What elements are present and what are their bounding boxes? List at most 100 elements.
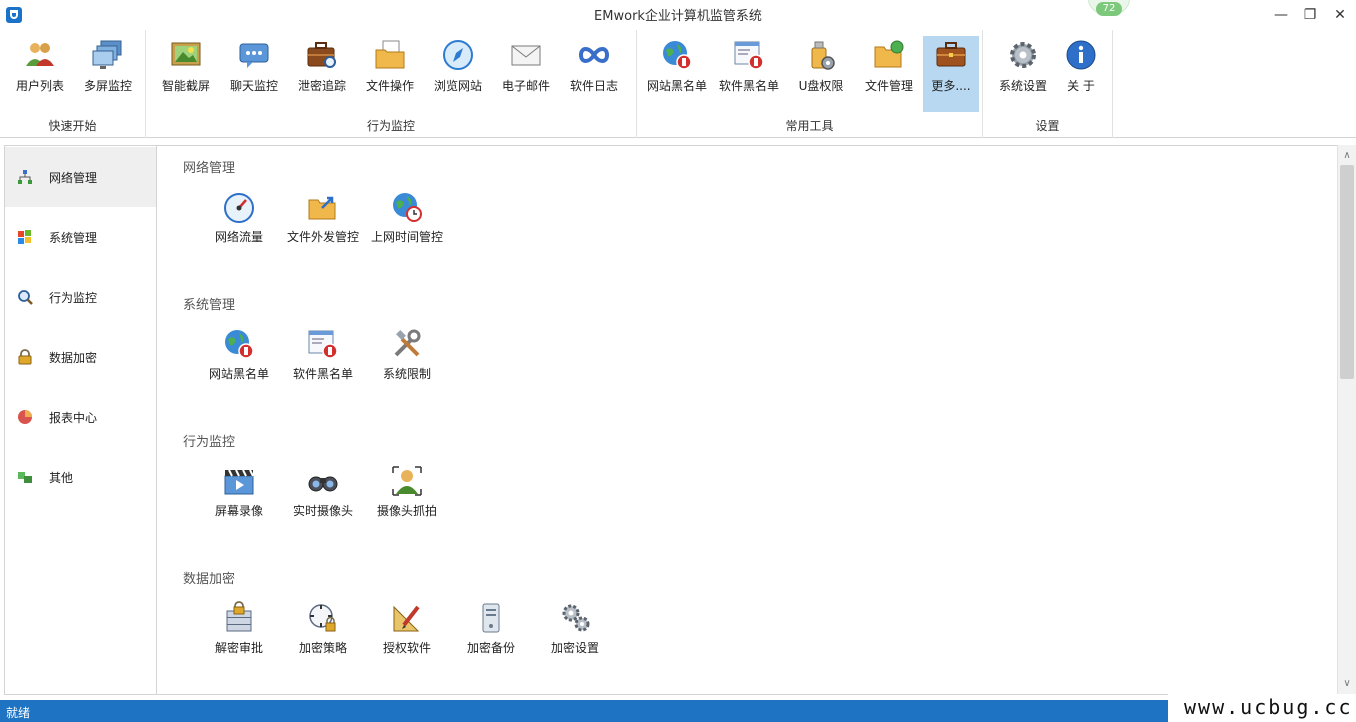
globe-block-icon [225,330,254,359]
live-camera-item[interactable]: 实时摄像头 [281,464,365,526]
ribbon-group-label: 快速开始 [48,119,97,133]
sidebar-item-other[interactable]: 其他 [5,447,156,507]
scroll-down-arrow-icon[interactable]: ∨ [1338,675,1356,693]
website-blacklist-button[interactable]: 网站黑名单 [643,36,711,112]
close-button[interactable]: ✕ [1327,4,1353,26]
scroll-up-arrow-icon[interactable]: ∧ [1338,147,1356,165]
server-icon [482,603,500,633]
maximize-button[interactable]: ❐ [1297,4,1323,26]
section-title-system-management: 系统管理 [183,298,236,313]
person-capture-icon [392,466,422,496]
lock-icon [18,349,32,365]
leak-tracking-button[interactable]: 泄密追踪 [288,36,356,112]
gears-icon [562,604,590,632]
camera-snapshot-item[interactable]: 摄像头抓拍 [365,464,449,526]
smart-screenshot-button[interactable]: 智能截屏 [152,36,220,112]
more-tools-button[interactable]: 更多.... [923,36,979,112]
pen-ruler-icon [393,605,420,632]
users-icon [26,43,54,66]
window-block-icon [734,41,764,70]
compass-icon [443,40,473,70]
sidebar-item-behavior-monitor[interactable]: 行为监控 [5,267,156,327]
encryption-backup-item[interactable]: 加密备份 [449,601,533,663]
internet-time-control-item[interactable]: 上网时间管控 [365,190,449,252]
vertical-scrollbar[interactable]: ∧ ∨ [1337,145,1356,695]
globe-block-icon [663,41,692,70]
file-management-button[interactable]: 文件管理 [855,36,923,112]
ribbon-group-settings: 系统设置 关 于 设置 [983,30,1113,138]
sidebar-item-system-management[interactable]: 系统管理 [5,207,156,267]
ribbon-group-label: 设置 [1035,119,1060,133]
sidebar: 网络管理 系统管理 行为监控 数据加密 报表中心 其他 [4,145,157,695]
info-icon [1066,40,1096,70]
file-folder-icon [375,40,405,69]
gear-icon [1010,42,1036,68]
binoculars-icon [308,476,338,492]
ribbon-toolbar: 用户列表 多屏监控 快速开始 智能截屏 聊天监控 泄密追踪 文件操作 浏览网站 … [0,30,1356,138]
sidebar-item-data-encryption[interactable]: 数据加密 [5,327,156,387]
about-button[interactable]: 关 于 [1047,36,1115,112]
section-title-data-encryption: 数据加密 [183,572,236,587]
globe-clock-icon [393,193,422,222]
usb-permission-button[interactable]: U盘权限 [787,36,855,112]
network-icon [18,170,32,184]
windows-logo-icon [18,230,31,244]
sidebar-item-network-management[interactable]: 网络管理 [5,147,156,207]
window-block-icon [308,330,338,359]
network-traffic-item[interactable]: 网络流量 [197,190,281,252]
ribbon-group-quick-start: 用户列表 多屏监控 快速开始 [0,30,146,138]
file-operation-button[interactable]: 文件操作 [356,36,424,112]
scroll-thumb[interactable] [1340,165,1354,379]
decryption-approval-item[interactable]: 解密审批 [197,601,281,663]
speedometer-icon [224,193,254,223]
window-title: EMwork企业计算机监管系统 [594,9,762,24]
multi-screen-icon [92,40,122,69]
encryption-policy-item[interactable]: 加密策略 [281,601,365,663]
status-text: 就绪 [6,706,31,720]
website-blacklist-item[interactable]: 网站黑名单 [197,327,281,389]
briefcase-search-icon [307,42,336,68]
ribbon-group-label: 行为监控 [366,119,415,133]
multi-screen-monitor-button[interactable]: 多屏监控 [74,36,142,112]
system-restriction-item[interactable]: 系统限制 [365,327,449,389]
clapper-icon [224,469,254,495]
ribbon-group-label: 常用工具 [785,119,834,133]
browse-website-button[interactable]: 浏览网站 [424,36,492,112]
screen-recording-item[interactable]: 屏幕录像 [197,464,281,526]
folder-globe-icon [874,40,904,68]
main-content: 网络管理 网络流量 文件外发管控 上网时间管控 系统管理 网站黑名单 软件黑名单… [157,145,1337,695]
section-title-behavior-monitor: 行为监控 [183,435,236,450]
infinity-icon [578,47,610,63]
authorized-software-item[interactable]: 授权软件 [365,601,449,663]
notification-count: 72 [1096,2,1122,16]
folder-send-icon [308,196,336,220]
software-log-button[interactable]: 软件日志 [560,36,628,112]
target-lock-icon [309,604,336,632]
usb-gear-icon [811,41,835,70]
screenshot-icon [171,42,201,66]
lock-cabinet-icon [226,601,252,632]
file-outbound-control-item[interactable]: 文件外发管控 [281,190,365,252]
chat-monitor-button[interactable]: 聊天监控 [220,36,288,112]
status-bar: 就绪 [0,700,1356,722]
section-title-network-management: 网络管理 [183,161,236,176]
chat-icon [239,43,269,68]
blocks-icon [18,472,32,483]
pie-chart-icon [18,410,32,424]
minimize-button[interactable]: — [1268,4,1294,26]
toolbox-icon [936,42,966,67]
encryption-settings-item[interactable]: 加密设置 [533,601,617,663]
sidebar-item-report-center[interactable]: 报表中心 [5,387,156,447]
user-list-button[interactable]: 用户列表 [6,36,74,112]
software-blacklist-item[interactable]: 软件黑名单 [281,327,365,389]
magnifier-icon [18,290,33,305]
email-button[interactable]: 电子邮件 [492,36,560,112]
mail-icon [511,45,541,66]
watermark: www.ucbug.cc [1168,694,1356,722]
title-bar: EMwork企业计算机监管系统 72 — ❐ ✕ [0,0,1356,30]
ribbon-group-behavior-monitor: 智能截屏 聊天监控 泄密追踪 文件操作 浏览网站 电子邮件 软件日志 行为监控 [146,30,637,138]
software-blacklist-button[interactable]: 软件黑名单 [715,36,783,112]
tools-icon [394,329,421,357]
watermark-text: www.ucbug.cc [1184,695,1353,719]
ribbon-group-common-tools: 网站黑名单 软件黑名单 U盘权限 文件管理 更多.... 常用工具 [637,30,983,138]
